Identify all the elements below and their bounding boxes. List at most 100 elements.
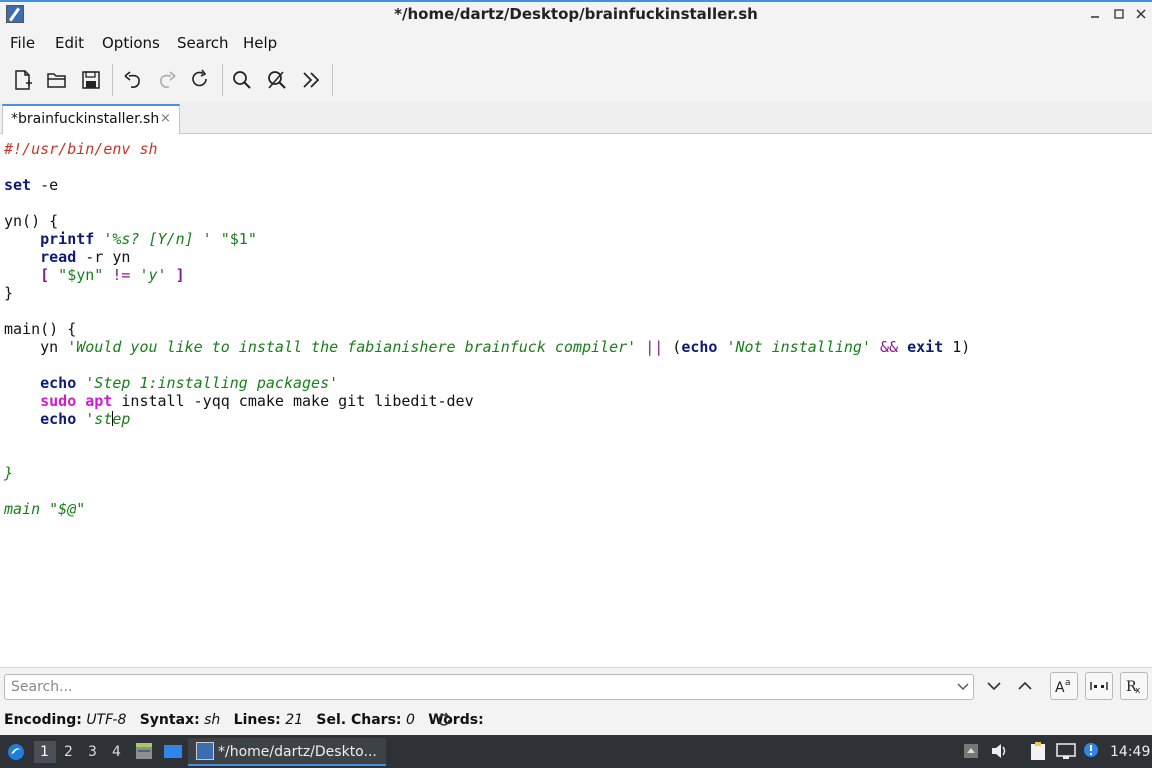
workspace-1[interactable]: 1 (40, 744, 49, 760)
regex-button[interactable]: Rx (1120, 672, 1148, 700)
operator: && (880, 338, 899, 356)
search-input[interactable] (4, 674, 974, 700)
svg-text:x: x (1135, 686, 1141, 696)
code-text[interactable]: #!/usr/bin/env sh set -e yn() { printf '… (4, 140, 970, 518)
whole-word-button[interactable] (1085, 672, 1113, 700)
whole-word-icon (1090, 682, 1108, 690)
menu-edit[interactable]: Edit (55, 34, 84, 52)
menu-help[interactable]: Help (243, 34, 277, 52)
menu-options[interactable]: Options (102, 34, 160, 52)
menu-search[interactable]: Search (177, 34, 229, 52)
code-editor[interactable]: #!/usr/bin/env sh set -e yn() { printf '… (0, 134, 1152, 667)
string-literal: 'Would you like to install the fabianish… (67, 338, 637, 356)
sel-chars-label: Sel. Chars: (316, 712, 402, 728)
clipboard-icon (1031, 742, 1045, 760)
clipboard-button[interactable] (1028, 741, 1048, 761)
find-next-button[interactable] (984, 676, 1004, 696)
code-token: -e (31, 176, 59, 194)
keyword: read (40, 248, 77, 266)
network-icon (1056, 743, 1076, 759)
toolbar-separator (112, 64, 113, 96)
speaker-icon (992, 744, 1006, 758)
chevron-double-right-icon (303, 72, 320, 88)
replace-button[interactable] (265, 68, 289, 92)
refresh-icon (438, 712, 450, 726)
chevron-down-icon (957, 683, 969, 690)
save-icon (82, 71, 100, 89)
regex-icon: Rx (1126, 679, 1141, 696)
code-token: } (4, 464, 14, 482)
go-to-line-button[interactable] (299, 68, 323, 92)
undo-icon (124, 71, 140, 88)
string-literal: "$yn" (49, 266, 113, 284)
redo-button[interactable] (155, 68, 179, 92)
close-window-button[interactable] (1130, 3, 1152, 25)
encoding-value: UTF-8 (86, 712, 127, 728)
svg-text:A: A (1055, 680, 1065, 696)
new-file-button[interactable] (11, 68, 35, 92)
code-token: install -yqq cmake make git libedit-dev (112, 392, 474, 410)
operator: || (645, 338, 664, 356)
tab-label: *brainfuckinstaller.sh (11, 111, 160, 127)
find-previous-button[interactable] (1015, 676, 1035, 696)
menu-file[interactable]: File (10, 34, 35, 52)
close-icon (1136, 9, 1146, 19)
tab-close-icon[interactable]: × (160, 111, 171, 126)
code-token: main() { (4, 320, 77, 338)
syntax-value: sh (204, 712, 221, 728)
task-app-icon (196, 742, 214, 760)
operator: [ (40, 266, 50, 284)
svg-text:a: a (1065, 678, 1071, 688)
task-button-label: */home/dartz/Deskto... (218, 744, 377, 760)
code-token: -r yn (76, 248, 131, 266)
match-case-button[interactable]: Aa (1050, 672, 1078, 700)
volume-button[interactable] (990, 742, 1010, 760)
search-history-dropdown[interactable] (955, 678, 971, 694)
lubuntu-logo-icon (8, 744, 24, 760)
keyword: echo (40, 410, 77, 428)
command: sudo (40, 392, 77, 410)
workspace-3[interactable]: 3 (88, 744, 97, 760)
match-case-icon: Aa (1055, 678, 1071, 696)
tray-expand-button[interactable] (962, 742, 980, 760)
maximize-button[interactable] (1108, 3, 1130, 25)
search-icon (233, 71, 251, 89)
string-literal: ep (112, 410, 131, 428)
keyword: echo (40, 374, 77, 392)
folder-open-icon (47, 73, 66, 88)
window-title: */home/dartz/Desktop/brainfuckinstaller.… (394, 5, 758, 23)
minimize-button[interactable] (1084, 3, 1106, 25)
chevron-up-icon (1018, 681, 1032, 690)
notification-button[interactable] (1082, 741, 1100, 761)
network-button[interactable] (1055, 742, 1077, 760)
undo-button[interactable] (121, 68, 145, 92)
save-button[interactable] (79, 68, 103, 92)
workspace-2[interactable]: 2 (64, 744, 73, 760)
redo-icon (160, 71, 176, 88)
sel-chars-value: 0 (405, 712, 415, 728)
find-button[interactable] (230, 68, 254, 92)
code-token: ( (663, 338, 682, 356)
toolbar-separator (222, 64, 223, 96)
refresh-word-count-button[interactable] (436, 712, 452, 728)
toolbar-separator (332, 64, 333, 96)
reload-button[interactable] (188, 68, 212, 92)
show-desktop-button[interactable] (162, 741, 184, 761)
open-file-button[interactable] (45, 68, 69, 92)
string-literal: 'st (85, 410, 113, 428)
lines-value: 21 (285, 712, 304, 728)
file-manager-launcher[interactable] (134, 741, 154, 761)
status-bar: Encoding: UTF-8 Syntax: sh Lines: 21 Sel… (0, 707, 1152, 735)
start-menu-button[interactable] (6, 741, 26, 763)
clock[interactable]: 14:49 (1110, 744, 1150, 760)
code-token: main "$@" (4, 500, 86, 518)
syntax-label: Syntax: (139, 712, 200, 728)
new-file-icon (15, 70, 32, 90)
reload-icon (192, 69, 207, 87)
update-notification-icon (1084, 743, 1098, 757)
tab-brainfuckinstaller[interactable]: *brainfuckinstaller.sh × (2, 104, 180, 134)
workspace-4[interactable]: 4 (112, 744, 121, 760)
keyword: echo (681, 338, 718, 356)
code-token: yn (40, 338, 68, 356)
lines-label: Lines: (233, 712, 281, 728)
